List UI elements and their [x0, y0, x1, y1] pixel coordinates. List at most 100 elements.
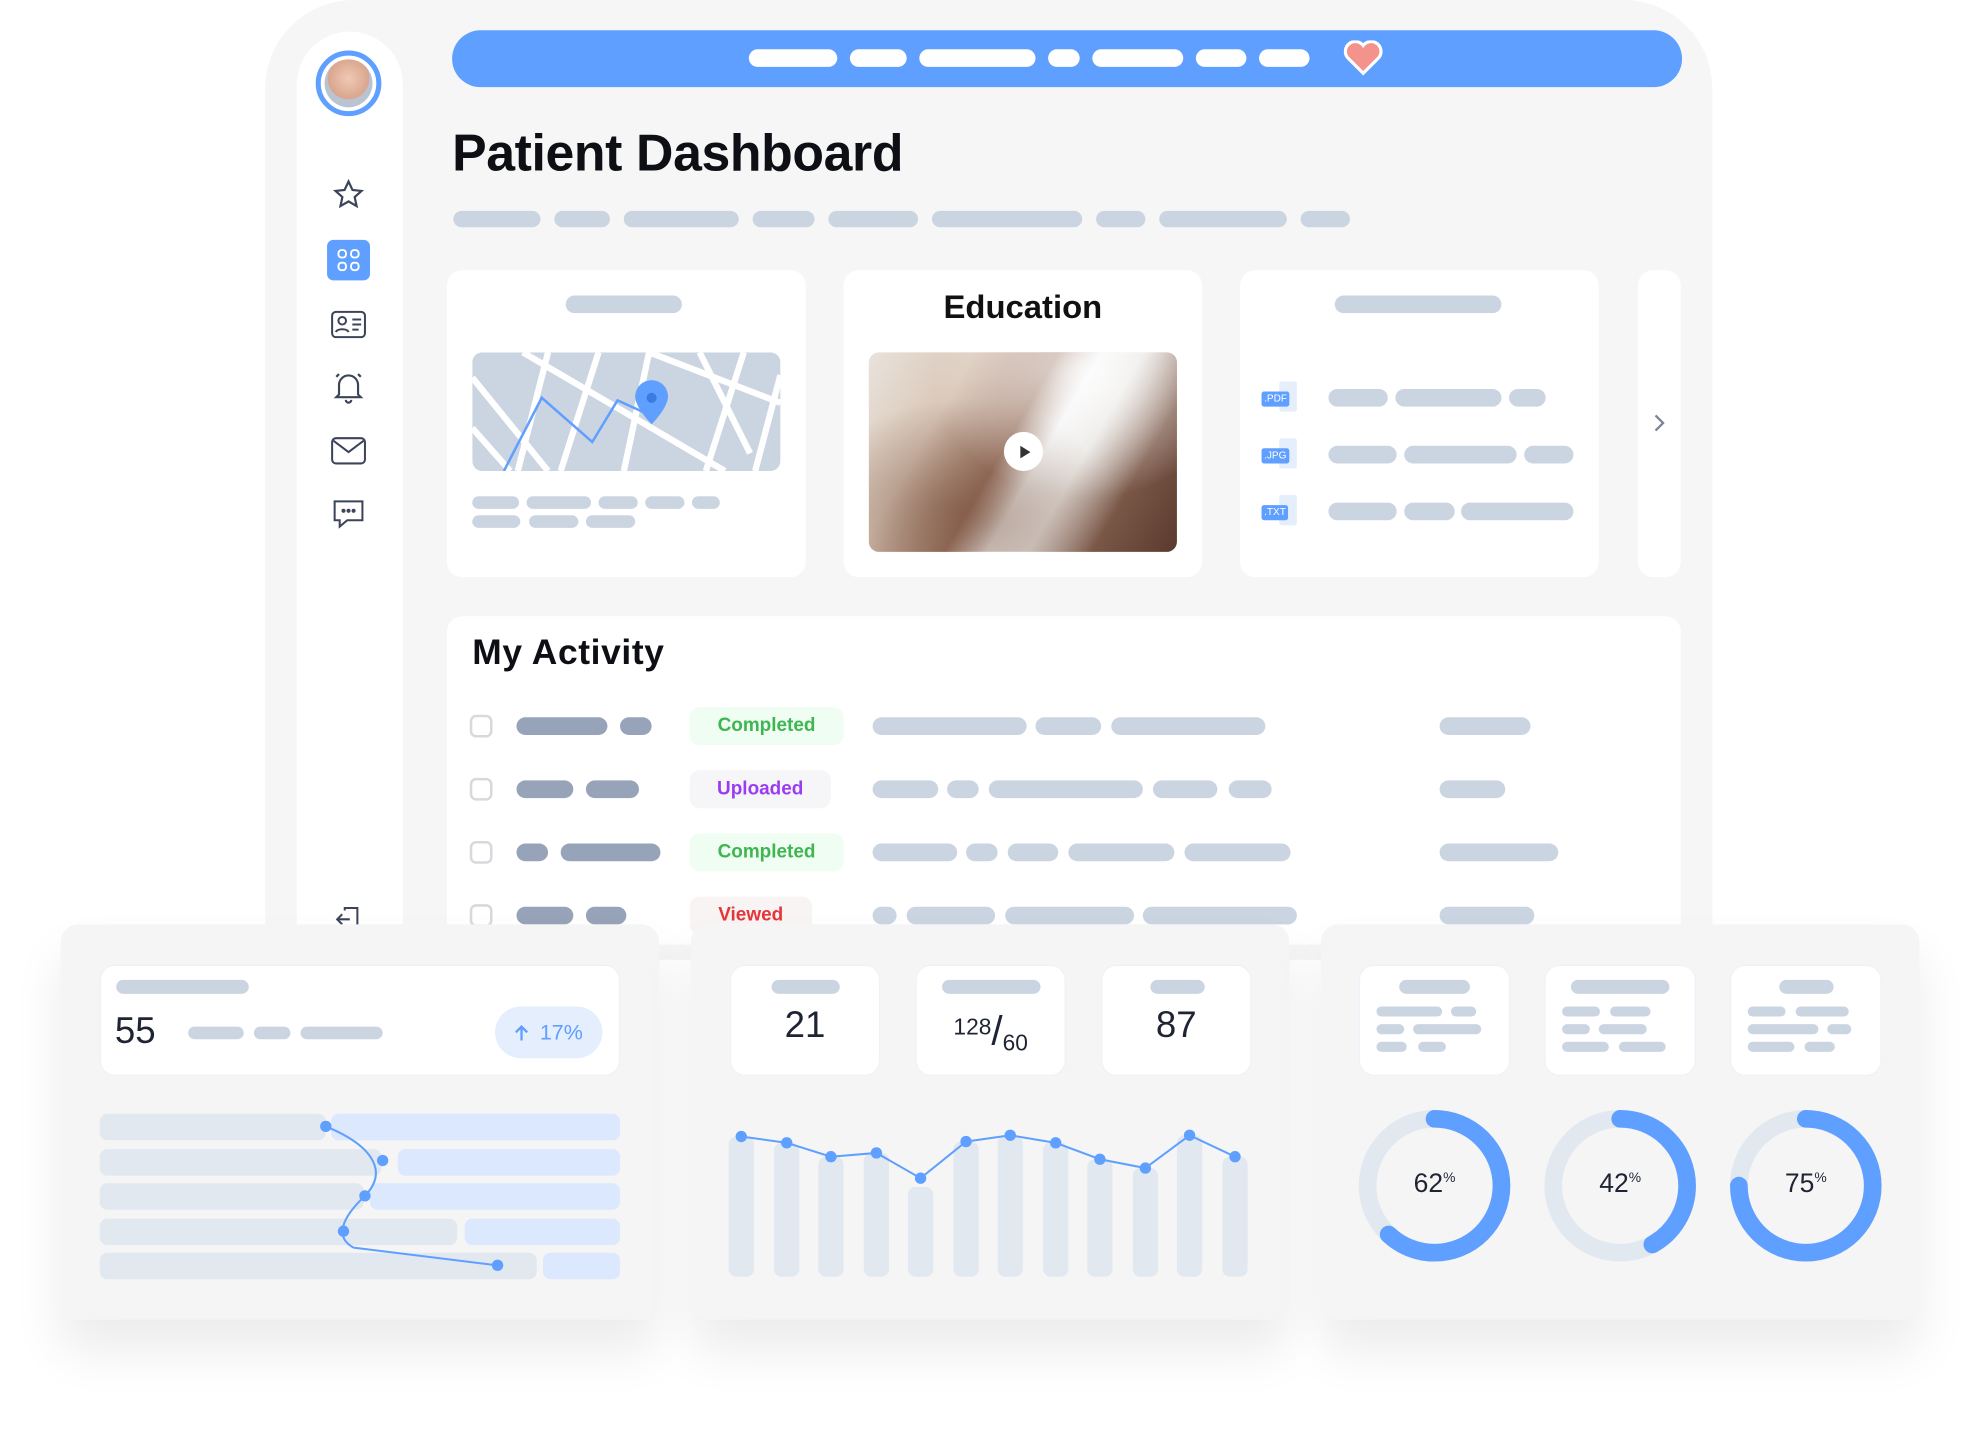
notifications-nav[interactable] [327, 367, 370, 407]
trend-bar-base [99, 1148, 382, 1176]
grid-icon [337, 249, 360, 272]
file-type-label: .TXT [1261, 505, 1289, 521]
chart-line [741, 1134, 1236, 1180]
row-title-placeholder [516, 780, 574, 799]
file-icon[interactable]: .TXT [1261, 495, 1302, 528]
text-placeholder [1747, 1024, 1819, 1035]
file-icon[interactable]: .PDF [1261, 381, 1302, 414]
text-placeholder [1618, 1041, 1666, 1052]
row-detail-placeholder [1111, 717, 1266, 735]
row-date-placeholder [1439, 717, 1531, 735]
chart-bar [1087, 1159, 1113, 1277]
chart-bar [1043, 1142, 1069, 1277]
progress-label-placeholder [1399, 979, 1470, 994]
text-placeholder [1376, 1041, 1407, 1052]
donut-unit: % [1628, 1170, 1642, 1186]
banner-placeholder [1195, 49, 1247, 67]
row-title-placeholder [560, 843, 661, 862]
play-button[interactable] [1003, 431, 1044, 472]
trend-bar-segment [543, 1252, 621, 1280]
chart-point [781, 1137, 793, 1149]
row-detail-placeholder [1152, 780, 1218, 799]
text-placeholder [526, 496, 591, 509]
vital-value: 128/60 [916, 1008, 1066, 1057]
progress-donut: 75% [1728, 1107, 1885, 1264]
placeholder [300, 1026, 383, 1040]
banner-placeholder [1092, 49, 1184, 67]
text-placeholder [692, 496, 720, 509]
text-placeholder [585, 515, 636, 528]
donut-value: 42% [1557, 1169, 1683, 1199]
donut-number: 42 [1599, 1169, 1629, 1199]
star-icon [332, 178, 365, 209]
education-video[interactable] [868, 352, 1177, 552]
row-date-placeholder [1439, 780, 1506, 799]
file-icon[interactable]: .JPG [1261, 438, 1302, 471]
subtitle-placeholder [554, 210, 610, 228]
messages-nav[interactable] [327, 431, 370, 471]
file-name-placeholder [1328, 502, 1397, 521]
chart-bar [1176, 1135, 1203, 1277]
text-placeholder [1450, 1006, 1477, 1017]
contact-card-icon [331, 310, 366, 339]
row-detail-placeholder [1035, 717, 1102, 735]
chevron-right-icon[interactable] [1650, 413, 1665, 433]
subtitle-placeholder [828, 210, 919, 228]
heart-icon[interactable] [1343, 40, 1383, 76]
subtitle-placeholder [623, 210, 739, 228]
chart-bar [1132, 1168, 1158, 1277]
progress-donut: 62% [1356, 1107, 1513, 1264]
row-checkbox[interactable] [469, 714, 493, 738]
placeholder [188, 1026, 244, 1040]
trend-bar-base [99, 1217, 458, 1245]
trend-point [491, 1259, 504, 1272]
chart-bar [907, 1187, 934, 1277]
documents-card[interactable] [1240, 270, 1599, 578]
avatar[interactable] [315, 50, 382, 117]
vital-systolic: 128 [953, 1014, 992, 1040]
row-title-placeholder [585, 780, 639, 799]
contacts-nav[interactable] [327, 304, 370, 344]
row-detail-placeholder [1005, 906, 1134, 925]
trend-point [376, 1154, 389, 1167]
text-placeholder [645, 496, 685, 509]
arrow-up-icon [515, 1024, 529, 1040]
chat-nav[interactable] [327, 494, 370, 534]
trend-bar-segment [330, 1113, 621, 1141]
favorites-nav[interactable] [327, 174, 370, 214]
chart-point [1050, 1137, 1062, 1149]
text-placeholder [1376, 1006, 1443, 1017]
file-type-label: .PDF [1261, 391, 1290, 407]
file-type-label: .JPG [1261, 448, 1290, 464]
row-detail-placeholder [872, 717, 1027, 735]
trend-line [320, 1120, 504, 1272]
trend-value: 17% [539, 1019, 583, 1044]
text-placeholder [598, 496, 638, 509]
banner-placeholder [1048, 49, 1080, 67]
file-name-placeholder [1461, 502, 1574, 521]
text-placeholder [1562, 1006, 1600, 1017]
chart-point [1183, 1129, 1196, 1141]
chart-point [870, 1147, 883, 1159]
text-placeholder [1562, 1041, 1609, 1052]
map-thumbnail[interactable] [472, 352, 781, 472]
row-checkbox[interactable] [469, 841, 493, 864]
row-checkbox[interactable] [469, 777, 493, 801]
dashboard-nav[interactable] [327, 239, 371, 281]
subtitle-placeholder [453, 210, 541, 228]
file-name-placeholder [1509, 388, 1546, 407]
activity-title: My Activity [472, 632, 665, 672]
chart-point [1004, 1129, 1016, 1141]
mail-icon [331, 437, 366, 465]
text-placeholder [1747, 1041, 1795, 1052]
text-placeholder [1804, 1041, 1835, 1052]
donut-value: 75% [1743, 1169, 1869, 1199]
trend-bar-segment [397, 1148, 621, 1176]
text-placeholder [529, 515, 579, 528]
status-badge: Completed [689, 707, 844, 746]
row-detail-placeholder [872, 780, 939, 799]
vital-diastolic: 60 [1002, 1030, 1028, 1056]
chart-point [1139, 1162, 1152, 1174]
chart-bar [863, 1152, 890, 1277]
status-badge: Completed [689, 833, 844, 872]
